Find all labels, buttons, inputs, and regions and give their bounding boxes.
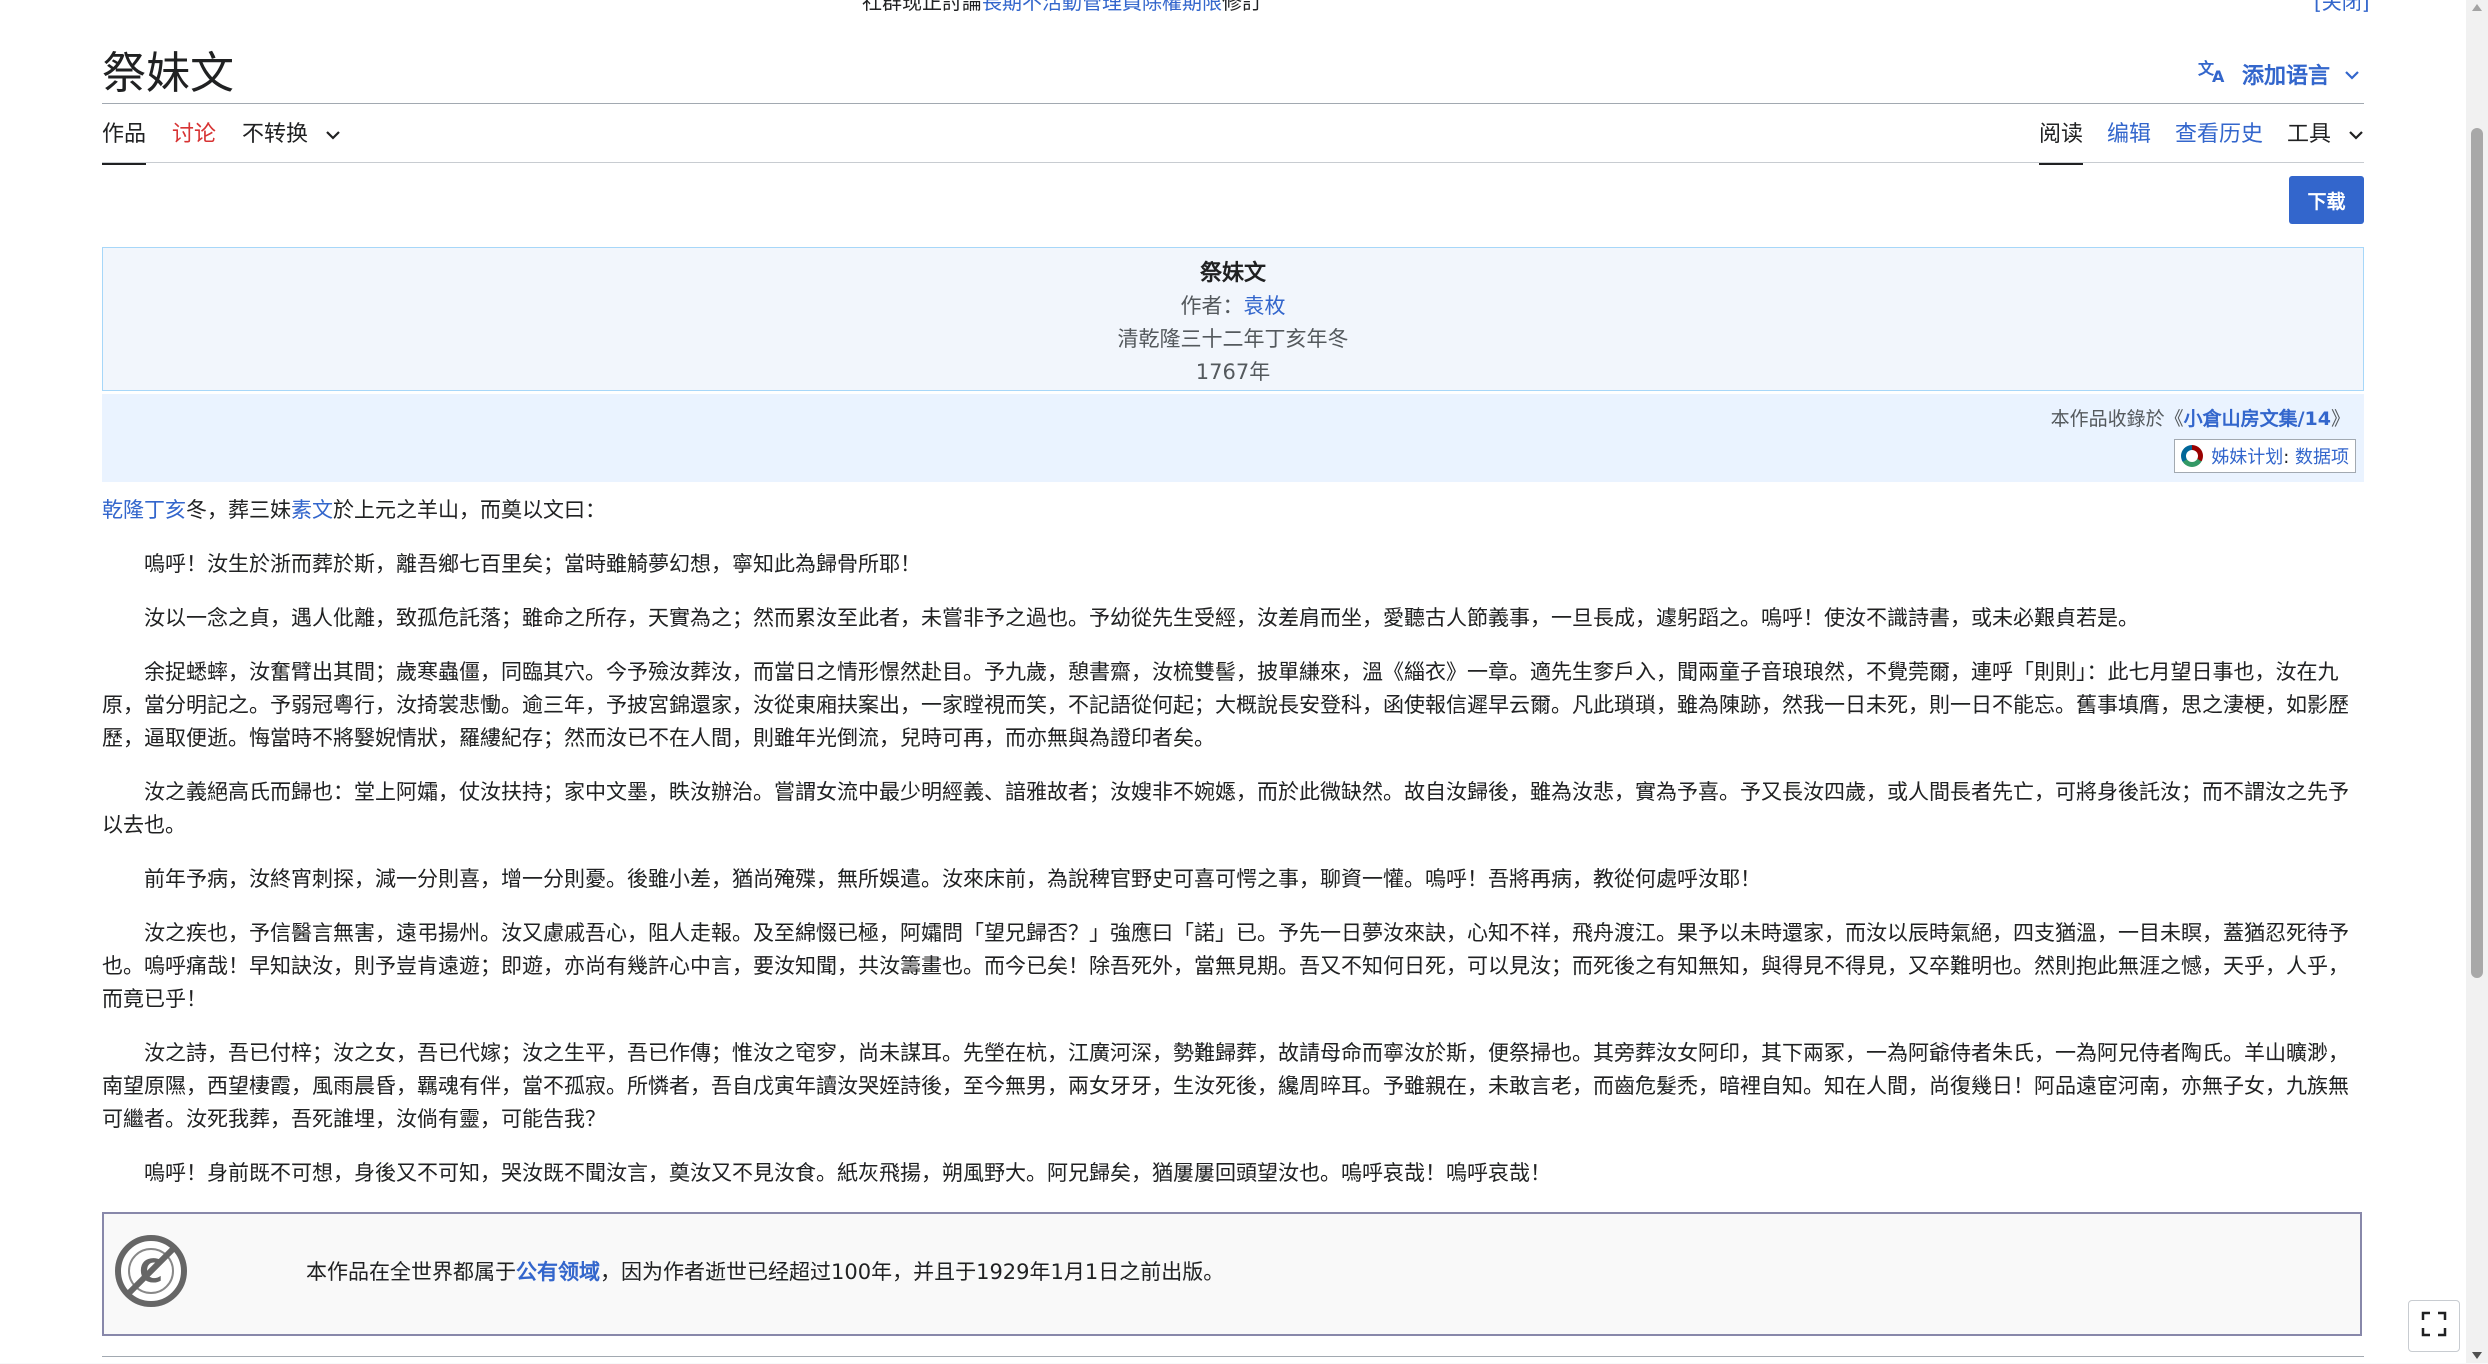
collection-bar: 本作品收錄於《小倉山房文集/14》 姊妹计划: 数据项 <box>102 394 2364 482</box>
chevron-down-icon <box>2344 62 2360 87</box>
site-notice: 社群现正討論長期不活動管理員除權期限修訂 <box>862 0 1262 15</box>
scroll-up-arrow-icon[interactable] <box>2472 4 2482 11</box>
collection-prefix: 本作品收錄於《 <box>2050 408 2184 430</box>
chevron-down-icon <box>325 118 341 152</box>
tab-read[interactable]: 阅读 <box>2038 118 2083 165</box>
download-button[interactable]: 下载 <box>2289 176 2364 224</box>
notice-close-link[interactable]: [关闭] <box>2314 0 2370 15</box>
fullscreen-icon <box>2420 1310 2448 1342</box>
text-paragraph: 嗚呼！身前既不可想，身後又不可知，哭汝既不聞汝言，奠汝又不見汝食。紙灰飛揚，朔風… <box>144 1161 1551 1185</box>
header-title: 祭妹文 <box>1199 261 1266 286</box>
add-language-label: 添加语言 <box>2242 64 2331 89</box>
page: 社群现正討論長期不活動管理員除權期限修訂 [关闭] 祭妹文 文 A 添加语言 作… <box>0 0 2466 1363</box>
work-text: 乾隆丁亥冬，葬三妹素文於上元之羊山，而奠以文曰： 嗚呼！汝生於浙而葬於斯，離吾鄉… <box>102 494 2352 1211</box>
intro-link-year[interactable]: 乾隆丁亥 <box>102 498 186 522</box>
intro-paragraph: 乾隆丁亥冬，葬三妹素文於上元之羊山，而奠以文曰： <box>102 498 606 522</box>
scroll-thumb[interactable] <box>2471 128 2483 978</box>
text-paragraph: 汝之義絕高氏而歸也：堂上阿孀，仗汝扶持；家中文墨，眣汝辦治。嘗謂女流中最少明經義… <box>102 780 2349 837</box>
variant-label: 不转换 <box>242 122 309 147</box>
svg-text:A: A <box>2212 67 2225 84</box>
intro-link-name[interactable]: 素文 <box>291 498 333 522</box>
scroll-down-arrow-icon[interactable] <box>2472 1352 2482 1359</box>
public-domain-link[interactable]: 公有领域 <box>516 1260 600 1284</box>
wikimedia-logo-icon <box>2181 445 2204 467</box>
sister-project-label: 姊妹计划: 数据项 <box>2211 447 2349 468</box>
text-paragraph: 汝之疾也，予信醫言無害，遠弔揚州。汝又慮戚吾心，阻人走報。及至綿惙已極，阿孀問「… <box>102 921 2349 1011</box>
header-author: 作者：袁枚 <box>103 290 2363 323</box>
license-box: C 本作品在全世界都属于公有领域，因为作者逝世已经超过100年，并且于1929年… <box>102 1212 2362 1336</box>
tab-work[interactable]: 作品 <box>102 118 147 165</box>
tools-label: 工具 <box>2286 122 2331 147</box>
language-icon: 文 A <box>2198 58 2228 90</box>
author-label: 作者： <box>1180 294 1244 318</box>
chevron-down-icon <box>2348 118 2364 152</box>
tab-tools[interactable]: 工具 <box>2287 118 2364 165</box>
tab-discussion[interactable]: 讨论 <box>172 118 216 165</box>
tabs-divider <box>102 162 2364 163</box>
text-paragraph: 汝之詩，吾已付梓；汝之女，吾已代嫁；汝之生平，吾已作傳；惟汝之窀穸，尚未謀耳。先… <box>102 1041 2349 1131</box>
notice-suffix: 修訂 <box>1222 0 1262 14</box>
collection-link[interactable]: 小倉山房文集/14 <box>2184 408 2331 430</box>
notice-prefix: 社群现正討論 <box>862 0 982 14</box>
work-header: 祭妹文 作者：袁枚 清乾隆三十二年丁亥年冬 1767年 <box>102 247 2364 391</box>
tab-edit[interactable]: 编辑 <box>2107 118 2151 165</box>
title-divider <box>102 103 2364 104</box>
header-date: 清乾隆三十二年丁亥年冬 <box>1117 327 1349 351</box>
sister-project-link[interactable]: 姊妹计划: 数据项 <box>2174 439 2356 473</box>
page-title: 祭妹文 <box>102 48 234 99</box>
view-tabs: 阅读 编辑 查看历史 工具 <box>2038 118 2364 165</box>
collection-note: 本作品收錄於《小倉山房文集/14》 <box>2051 404 2350 431</box>
text-paragraph: 汝以一念之貞，遇人仳離，致孤危託落；雖命之所存，天實為之；然而累汝至此者，未嘗非… <box>144 606 2139 630</box>
tab-variant[interactable]: 不转换 <box>242 118 341 165</box>
text-paragraph: 余捉蟋蟀，汝奮臂出其間；歲寒蟲僵，同臨其穴。今予殮汝葬汝，而當日之情形憬然赴目。… <box>102 660 2349 750</box>
add-language-button[interactable]: 文 A 添加语言 <box>2198 58 2360 90</box>
vertical-scrollbar[interactable] <box>2466 0 2488 1363</box>
public-domain-icon: C <box>114 1234 188 1308</box>
fullscreen-button[interactable] <box>2408 1300 2460 1352</box>
text-paragraph: 前年予病，汝終宵刺探，減一分則喜，增一分則憂。後雖小差，猶尚殗殜，無所娛遣。汝來… <box>144 867 1761 891</box>
namespace-tabs: 作品 讨论 不转换 <box>102 118 341 165</box>
collection-suffix: 》 <box>2330 408 2350 430</box>
author-link[interactable]: 袁枚 <box>1244 294 1286 318</box>
text-paragraph: 嗚呼！汝生於浙而葬於斯，離吾鄉七百里矣；當時雖觭夢幻想，寧知此為歸骨所耶！ <box>144 552 921 576</box>
license-text: 本作品在全世界都属于公有领域，因为作者逝世已经超过100年，并且于1929年1月… <box>306 1260 1225 1284</box>
notice-link[interactable]: 長期不活動管理員除權期限 <box>982 0 1222 14</box>
tab-history[interactable]: 查看历史 <box>2175 118 2263 165</box>
header-year: 1767年 <box>1195 360 1271 384</box>
